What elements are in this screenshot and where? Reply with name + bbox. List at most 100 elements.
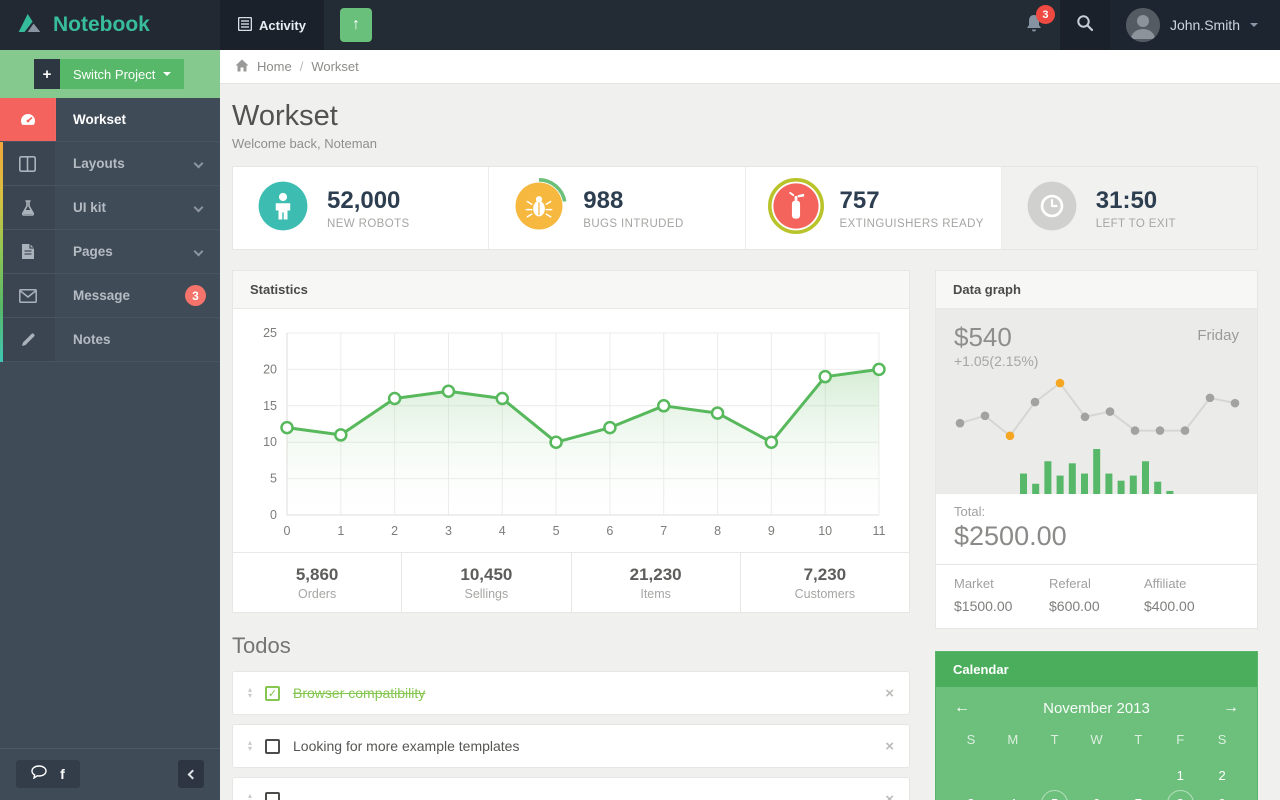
calendar-day[interactable]: 6 [1076, 789, 1118, 800]
columns-icon [0, 142, 56, 185]
close-icon[interactable]: × [885, 738, 894, 755]
brand-name: Notebook [53, 13, 150, 36]
calendar-weekday: S [1217, 731, 1227, 747]
sidebar-item-label: Workset [73, 112, 127, 127]
switch-project-button[interactable]: Switch Project [60, 59, 185, 89]
breakdown-label: Affiliate [1144, 576, 1187, 591]
sidebar-footer: f [0, 748, 220, 800]
drag-handle-icon[interactable]: ▴ ▾ [248, 792, 252, 800]
calendar-weekday: F [1176, 731, 1185, 747]
breadcrumb-separator: / [299, 59, 304, 74]
add-project-button[interactable]: + [34, 59, 60, 89]
close-icon[interactable]: × [885, 685, 894, 702]
calendar-prev-button[interactable]: ← [950, 699, 974, 717]
calendar-day[interactable]: 8 [1159, 789, 1201, 800]
drag-handle-icon[interactable]: ▴ ▾ [248, 739, 252, 753]
stat-card-new-robots[interactable]: 52,000 NEW ROBOTS [233, 167, 490, 249]
facebook-icon[interactable]: f [60, 766, 65, 782]
chevron-down-icon [193, 202, 204, 213]
calendar-day-marked[interactable]: 5 [1041, 789, 1069, 800]
calendar-empty-cell [1076, 761, 1118, 789]
calendar-day[interactable]: 3 [950, 789, 992, 800]
todo-checkbox[interactable] [265, 791, 281, 800]
sidebar-item-notes[interactable]: Notes [0, 318, 220, 362]
data-graph-body: $540 +1.05(2.15%) Friday [936, 309, 1257, 494]
sidebar-item-message[interactable]: Message 3 [0, 274, 220, 318]
upload-button[interactable]: ↑ [339, 8, 372, 42]
total-label: Total: [954, 504, 986, 519]
calendar-next-button[interactable]: → [1219, 699, 1243, 717]
data-graph-panel: Data graph $540 +1.05(2.15%) Friday Tota… [935, 270, 1258, 629]
calendar-day[interactable]: 7 [1117, 789, 1159, 800]
sidebar-item-label: UI kit [73, 200, 107, 215]
calendar-day[interactable]: 4 [992, 789, 1034, 800]
notifications-button[interactable]: 3 [1008, 0, 1060, 50]
breakdown-affiliate: Affiliate $400.00 [1144, 576, 1239, 614]
close-icon[interactable]: × [885, 791, 894, 800]
user-menu[interactable]: John.Smith [1109, 0, 1280, 50]
svg-text:5: 5 [270, 472, 277, 486]
breakdown-market: Market $1500.00 [954, 576, 1049, 614]
todo-checkbox[interactable]: ✓ [265, 685, 281, 701]
search-button[interactable] [1059, 0, 1110, 50]
sparkline-chart [954, 369, 1240, 447]
svg-text:10: 10 [818, 524, 832, 538]
statistics-panel: Statistics 0 5 10 15 20 25 0 1 2 3 4 5 6 7 8 9 10 11 5,86… [232, 270, 910, 613]
stat-card-bugs[interactable]: 988 BUGS INTRUDED [489, 167, 746, 249]
stat-card-extinguishers[interactable]: 757 EXTINGUISHERS READY [746, 167, 1002, 249]
bug-icon [511, 177, 567, 239]
svg-text:1: 1 [337, 524, 344, 538]
caret-down-icon [1250, 23, 1258, 27]
breakdown-value: $600.00 [1049, 598, 1100, 614]
breakdown-value: $400.00 [1144, 598, 1195, 614]
stat-cards-row: 52,000 NEW ROBOTS 988 BUGS INTRUDED 757 … [232, 166, 1258, 250]
sidebar-item-ui-kit[interactable]: UI kit [0, 186, 220, 230]
calendar-day-marked[interactable]: 8 [1166, 789, 1194, 800]
brand[interactable]: Notebook [0, 0, 220, 50]
home-icon [235, 59, 249, 75]
stat-value: 988 [583, 186, 624, 214]
activity-tab[interactable]: Activity [220, 0, 324, 50]
todo-item: ▴ ▾ × [232, 777, 910, 800]
breadcrumb-home[interactable]: Home [257, 59, 292, 74]
stat-card-text: 31:50 LEFT TO EXIT [1096, 187, 1176, 230]
stat-card-text: 757 EXTINGUISHERS READY [840, 187, 984, 230]
svg-text:15: 15 [263, 399, 277, 413]
calendar-day[interactable]: 2 [1201, 761, 1243, 789]
content-columns: Statistics 0 5 10 15 20 25 0 1 2 3 4 5 6 7 8 9 10 11 5,86… [232, 270, 1258, 800]
stat-card-timer[interactable]: 31:50 LEFT TO EXIT [1001, 167, 1257, 249]
todos-heading: Todos [232, 633, 291, 658]
summary-value: 21,230 [629, 564, 682, 584]
day-label: Friday [1197, 327, 1239, 344]
drag-handle-icon[interactable]: ▴ ▾ [248, 686, 252, 700]
sidebar-item-layouts[interactable]: Layouts [0, 142, 220, 186]
svg-text:10: 10 [263, 435, 277, 449]
notebook-logo-icon [16, 11, 43, 40]
sidebar-item-pages[interactable]: Pages [0, 230, 220, 274]
fire-extinguisher-icon [767, 177, 824, 239]
calendar-body: ← November 2013 → SMTWTFS 12345678910111… [936, 687, 1257, 800]
svg-text:6: 6 [606, 524, 613, 538]
calendar-empty-cell [950, 761, 992, 789]
calendar-empty-cell [1117, 761, 1159, 789]
svg-text:4: 4 [499, 524, 506, 538]
todo-checkbox[interactable] [265, 738, 281, 754]
calendar-day[interactable]: 9 [1201, 789, 1243, 800]
calendar-weekday: W [1090, 731, 1103, 747]
stat-value: 31:50 [1095, 186, 1158, 214]
stat-card-text: 988 BUGS INTRUDED [583, 187, 683, 230]
sidebar-item-workset[interactable]: Workset [0, 98, 220, 142]
stat-label: BUGS INTRUDED [583, 217, 684, 230]
calendar-day[interactable]: 1 [1159, 761, 1201, 789]
svg-text:7: 7 [660, 524, 667, 538]
calendar-day[interactable]: 5 [1034, 789, 1076, 800]
chat-icon[interactable] [31, 764, 47, 784]
breakdown-referal: Referal $600.00 [1049, 576, 1144, 614]
stat-label: NEW ROBOTS [327, 217, 410, 230]
sidebar-collapse-button[interactable] [178, 760, 204, 788]
summary-label: Customers [794, 586, 856, 601]
breakdown-value: $1500.00 [954, 598, 1013, 614]
breakdown-label: Referal [1049, 576, 1091, 591]
stat-label: EXTINGUISHERS READY [839, 217, 984, 230]
page-subtitle: Welcome back, Noteman [232, 136, 377, 151]
